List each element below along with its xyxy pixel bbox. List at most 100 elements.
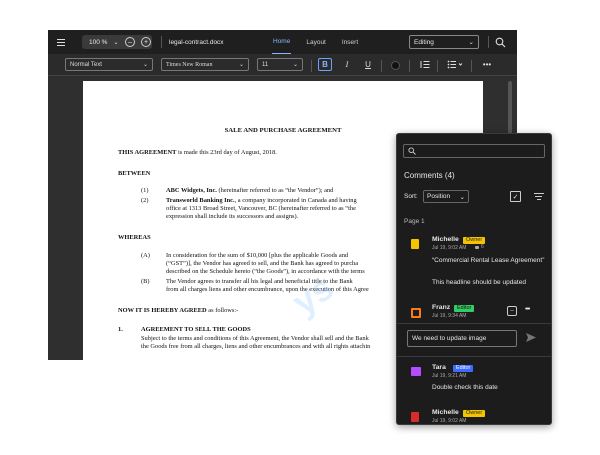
italic-button[interactable]: I [340, 58, 354, 71]
bold-button[interactable]: B [318, 58, 332, 71]
comment-author: Michelle [432, 236, 459, 243]
party-2-text: Transworld Banking Inc., a company incor… [166, 197, 357, 205]
tab-layout[interactable]: Layout [305, 30, 327, 54]
role-badge: Editor [454, 305, 475, 312]
comment-author: Michelle [432, 409, 459, 416]
section-1-number: 1. [118, 326, 123, 333]
divider [397, 356, 551, 357]
party-2-desc: , a company incorporated in Canada and h… [234, 197, 357, 204]
whereas-a-number: (A) [141, 252, 150, 259]
comments-title: Comments (4) [404, 171, 455, 180]
resolve-button[interactable]: – [507, 306, 517, 316]
underline-button[interactable]: U [361, 58, 375, 71]
mode-value: Editing [414, 38, 434, 46]
search-icon [408, 147, 416, 155]
role-badge: Owner [463, 410, 486, 417]
divider [488, 36, 489, 48]
bullet-list-icon[interactable] [446, 58, 464, 71]
hereby-agreed-text: as follows:- [206, 307, 239, 314]
comments-panel: Comments (4) Sort: Position ⌄ ✓ Page 1 Mi… [396, 133, 552, 425]
reply-input-value: We need to update image [412, 335, 487, 342]
section-1-line-2: the Goods free from all charges, liens a… [141, 343, 371, 350]
comment-time: Jul 19, 9:02 AM [432, 418, 467, 424]
avatar [411, 367, 421, 376]
intro-bold: THIS AGREEMENT [118, 149, 177, 156]
intro-text: is made this 23rd day of August, 2018. [176, 149, 277, 156]
agreement-intro: THIS AGREEMENT is made this 23rd day of … [118, 149, 277, 157]
hereby-agreed: NOW IT IS HEREBY AGREED as follows:- [118, 307, 238, 315]
divider [311, 60, 312, 72]
chevron-down-icon: ⌄ [468, 39, 474, 46]
sort-select[interactable]: Position ⌄ [423, 190, 469, 203]
whereas-a-line-1: In consideration for the sum of $10,000 … [166, 252, 349, 259]
sort-label: Sort: [404, 193, 418, 200]
font-family-select[interactable]: Times New Roman ⌄ [161, 58, 249, 71]
page-group-label: Page 1 [404, 218, 425, 225]
more-options-icon[interactable]: ••• [480, 58, 494, 71]
paragraph-style-value: Normal Text [70, 61, 102, 68]
divider [409, 60, 410, 72]
whereas-a-line-3: described on the Schedule hereto (“the G… [166, 268, 365, 275]
line-spacing-icon[interactable] [418, 58, 432, 71]
send-icon[interactable] [525, 332, 536, 344]
comment-search-input[interactable] [403, 144, 545, 158]
divider [161, 36, 162, 48]
avatar [411, 239, 419, 249]
filter-icon[interactable] [533, 191, 544, 202]
font-family-value: Times New Roman [166, 61, 213, 68]
sort-value: Position [427, 193, 451, 200]
tab-insert[interactable]: Insert [341, 30, 359, 54]
format-toolbar: Normal Text ⌄ Times New Roman ⌄ 11 ⌄ B I U … [48, 54, 517, 76]
chevron-down-icon: ⌄ [459, 193, 465, 201]
comment-author: Tara [432, 364, 446, 371]
zoom-out-button[interactable]: – [125, 37, 135, 47]
more-options-icon[interactable]: ••• [525, 306, 530, 313]
font-size-value: 11 [262, 61, 269, 68]
reply-count: 6 [475, 244, 484, 250]
hereby-agreed-bold: NOW IT IS HEREBY AGREED [118, 307, 207, 314]
paragraph-style-select[interactable]: Normal Text ⌄ [65, 58, 153, 71]
section-1-title: AGREEMENT TO SELL THE GOODS [141, 326, 251, 333]
chevron-down-icon: ⌄ [238, 62, 244, 68]
comment-quote: “Commercial Rental Lease Agreement” [432, 257, 545, 264]
avatar [411, 308, 421, 318]
party-1-desc: (hereinafter referred to as “the Vendor”… [216, 187, 334, 194]
comment-text: Double check this date [432, 384, 498, 391]
search-icon[interactable] [495, 30, 507, 54]
text-color-button[interactable] [391, 61, 400, 70]
whereas-a-line-2: (“GST”)], the Vendor has agreed to sell,… [166, 260, 359, 267]
divider [381, 60, 382, 72]
zoom-value: 100 % [89, 38, 108, 46]
mode-select[interactable]: Editing ⌄ [409, 35, 479, 49]
whereas-b-line-2: from all charges liens and other encumbr… [166, 286, 369, 293]
between-heading: BETWEEN [118, 170, 151, 177]
party-2-line-2: office at 1313 Broad Street, Vancouver, … [166, 205, 356, 212]
top-toolbar: 100 % ⌄ – + legal-contract.docx Home Lay… [48, 30, 517, 54]
party-1-name: ABC Widgets, Inc. [166, 187, 217, 194]
divider [437, 60, 438, 72]
ribbon-tabs: Home Layout Insert [272, 30, 359, 54]
font-size-select[interactable]: 11 ⌄ [257, 58, 303, 71]
whereas-heading: WHEREAS [118, 234, 151, 241]
reply-input[interactable]: We need to update image [407, 330, 517, 347]
party-2-name: Transworld Banking Inc. [166, 197, 235, 204]
comment-time: Jul 19, 9:02 AM [432, 245, 467, 251]
chat-icon [475, 245, 479, 249]
divider [397, 323, 551, 324]
divider [471, 60, 472, 72]
section-1-line-1: Subject to the terms and conditions of t… [141, 335, 369, 342]
role-badge: Editor [453, 365, 474, 372]
watermark: ys [284, 266, 341, 323]
resolve-all-icon[interactable]: ✓ [510, 191, 521, 202]
zoom-in-button[interactable]: + [141, 37, 151, 47]
chevron-down-icon: ⌄ [113, 39, 119, 46]
party-2-number: (2) [141, 197, 149, 204]
menu-icon[interactable] [56, 30, 66, 54]
tab-home[interactable]: Home [272, 30, 292, 54]
comment-author: Franz [432, 304, 451, 311]
comment-time: Jul 19, 9:34 AM [432, 313, 467, 319]
file-name: legal-contract.docx [169, 38, 224, 46]
avatar [411, 412, 419, 422]
role-badge: Owner [463, 237, 486, 244]
party-1-number: (1) [141, 187, 149, 194]
